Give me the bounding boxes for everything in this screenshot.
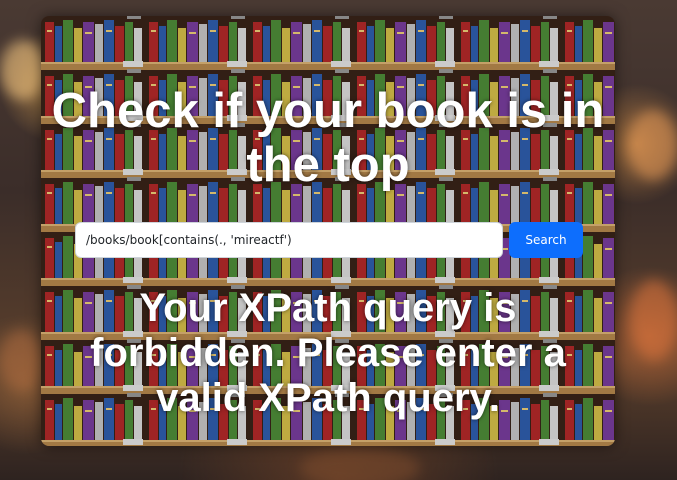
search-form: Search: [75, 222, 583, 258]
bokeh-light: [628, 110, 677, 180]
result-message: Your XPath query is forbidden. Please en…: [90, 286, 566, 420]
search-button[interactable]: Search: [509, 222, 583, 258]
bokeh-light: [0, 40, 46, 100]
bokeh-light: [0, 330, 42, 390]
search-card: Check if your book is in the top Search …: [41, 16, 615, 446]
xpath-query-input[interactable]: [75, 222, 503, 258]
page-title: Check if your book is in the top: [51, 84, 605, 192]
bokeh-light: [630, 280, 677, 360]
bokeh-light: [300, 448, 420, 480]
